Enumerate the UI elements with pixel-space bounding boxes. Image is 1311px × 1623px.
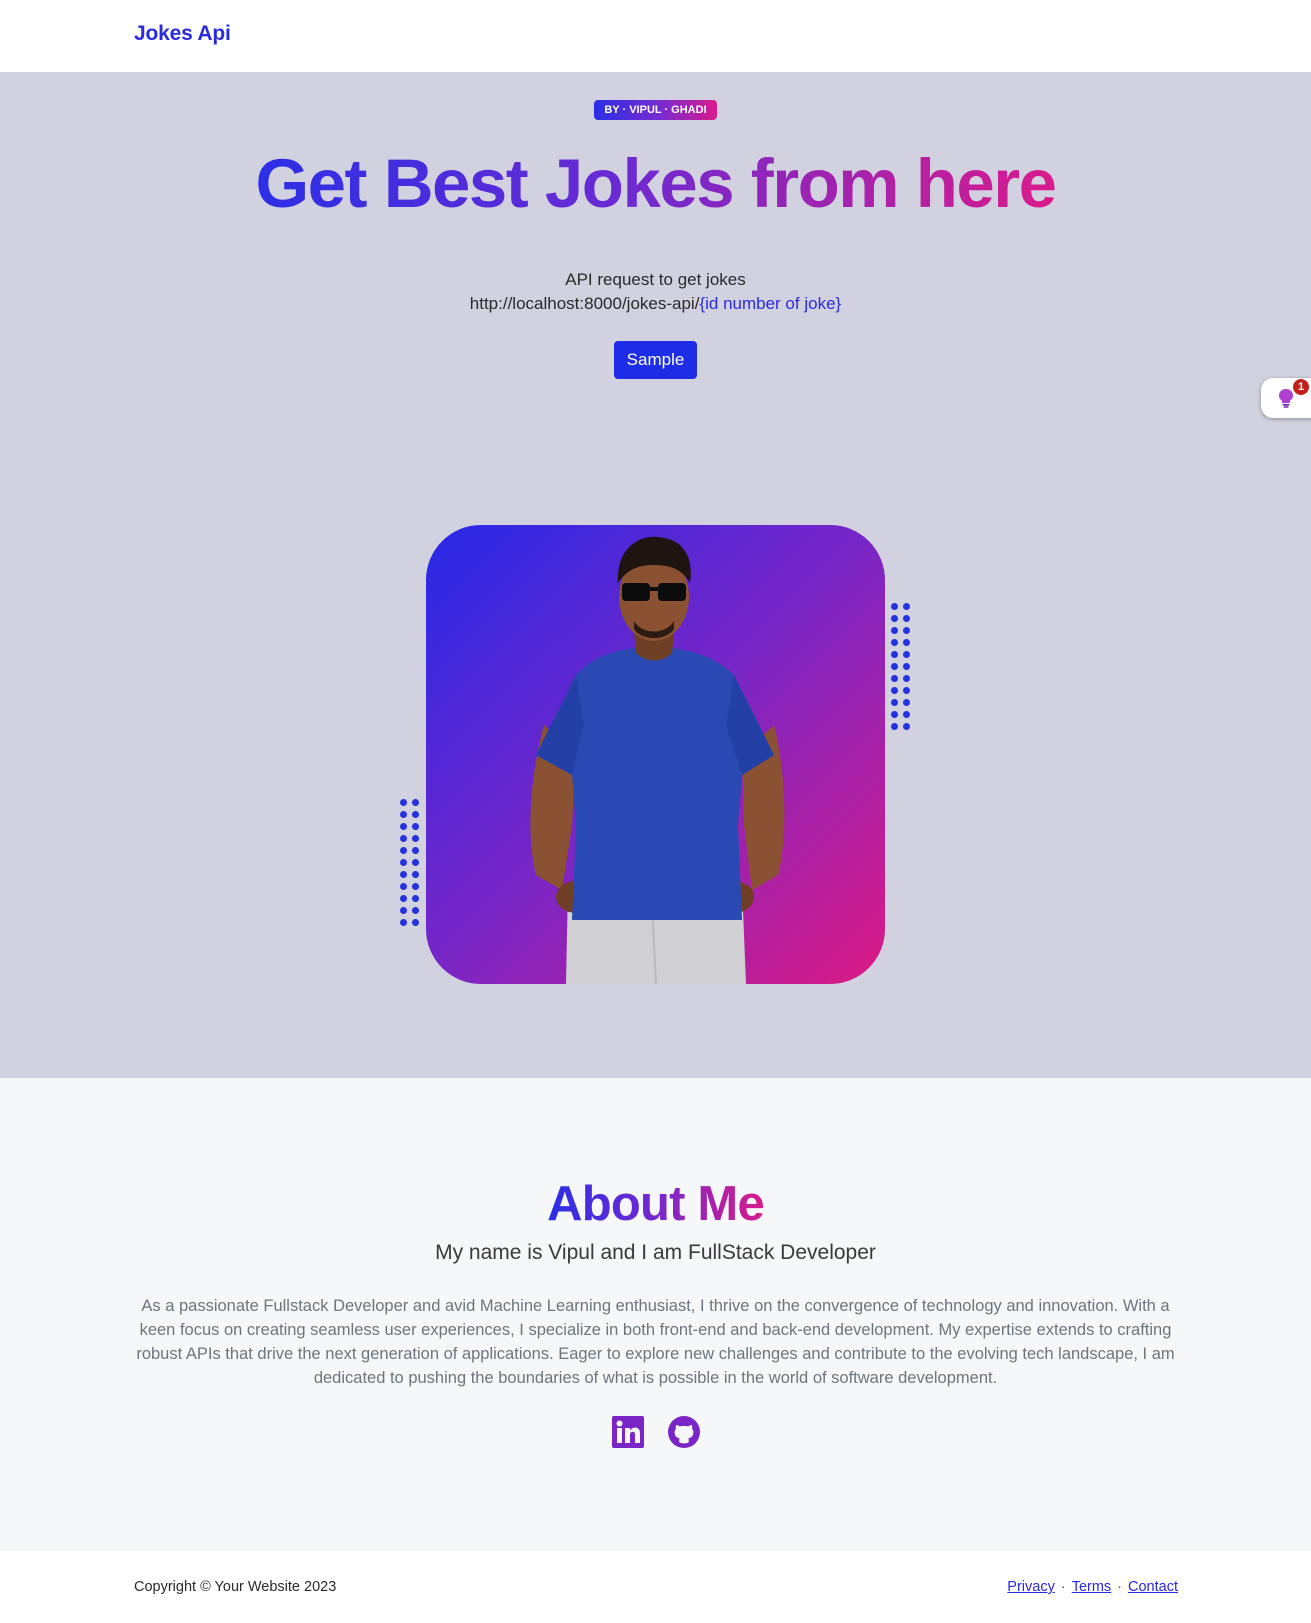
about-description: As a passionate Fullstack Developer and … <box>136 1297 1175 1387</box>
footer-links: Privacy · Terms · Contact <box>1007 1579 1178 1595</box>
separator: · <box>1117 1579 1123 1595</box>
about-title-text: About Me <box>547 1177 765 1231</box>
sample-button[interactable]: Sample <box>614 341 697 379</box>
github-icon <box>668 1416 700 1448</box>
dot <box>891 723 898 730</box>
api-label: API request to get jokes <box>565 270 746 289</box>
api-url: http://localhost:8000/jokes-api/{id numb… <box>0 294 1311 314</box>
footer: Copyright © Your Website 2023 Privacy · Te… <box>0 1551 1311 1623</box>
hero-title-text: Get Best Jokes from here <box>255 145 1058 222</box>
floating-widget[interactable]: 1 <box>1261 378 1311 418</box>
dot <box>903 603 910 610</box>
github-link[interactable] <box>667 1415 701 1449</box>
dot <box>412 907 419 914</box>
dot <box>891 639 898 646</box>
about-section: About Me My name is Vipul and I am FullS… <box>0 1078 1311 1551</box>
dot <box>400 835 407 842</box>
dot <box>891 651 898 658</box>
hero-title: Get Best Jokes from here <box>0 144 1311 224</box>
copyright-text: Copyright © Your Website 2023 <box>134 1579 337 1595</box>
dot <box>903 615 910 622</box>
linkedin-icon <box>612 1416 644 1448</box>
dot <box>412 799 419 806</box>
dot <box>903 723 910 730</box>
dot <box>903 711 910 718</box>
separator: · <box>1060 1579 1066 1595</box>
dot <box>412 919 419 926</box>
contact-link[interactable]: Contact <box>1128 1579 1178 1595</box>
api-url-prefix: http://localhost:8000/jokes-api/ <box>469 294 700 313</box>
dot <box>412 835 419 842</box>
navbar: Jokes Api <box>0 0 1311 72</box>
dot <box>903 627 910 634</box>
dot <box>891 711 898 718</box>
dot <box>412 859 419 866</box>
dot <box>891 627 898 634</box>
dot <box>412 871 419 878</box>
dot <box>903 699 910 706</box>
dot <box>903 639 910 646</box>
dot <box>400 907 407 914</box>
dot <box>891 687 898 694</box>
dot <box>412 895 419 902</box>
brand-link[interactable]: Jokes Api <box>134 22 231 46</box>
author-badge: BY · VIPUL · GHADI <box>594 100 717 120</box>
dot <box>412 847 419 854</box>
dot <box>412 883 419 890</box>
about-title: About Me <box>0 1176 1311 1232</box>
linkedin-link[interactable] <box>611 1415 645 1449</box>
dot <box>903 687 910 694</box>
dot <box>400 859 407 866</box>
dot <box>412 823 419 830</box>
dot <box>891 663 898 670</box>
dot <box>400 895 407 902</box>
dot <box>400 823 407 830</box>
dot <box>891 615 898 622</box>
about-subtitle: My name is Vipul and I am FullStack Deve… <box>435 1241 876 1264</box>
dot <box>903 663 910 670</box>
person-illustration <box>530 536 785 984</box>
privacy-link[interactable]: Privacy <box>1007 1579 1055 1595</box>
dot <box>891 699 898 706</box>
dot <box>400 799 407 806</box>
dot <box>400 919 407 926</box>
terms-link[interactable]: Terms <box>1072 1579 1111 1595</box>
dot <box>400 883 407 890</box>
dot <box>903 651 910 658</box>
lightbulb-icon <box>1279 389 1293 408</box>
dot <box>400 871 407 878</box>
dot <box>891 675 898 682</box>
dot <box>400 847 407 854</box>
hero-section: BY · VIPUL · GHADI Get Best Jokes from h… <box>0 72 1311 1078</box>
dot <box>412 811 419 818</box>
notification-count: 1 <box>1293 379 1309 395</box>
dot <box>400 811 407 818</box>
dot <box>903 675 910 682</box>
api-url-param: {id number of joke} <box>699 294 842 313</box>
dot <box>891 603 898 610</box>
profile-photo <box>426 525 885 984</box>
